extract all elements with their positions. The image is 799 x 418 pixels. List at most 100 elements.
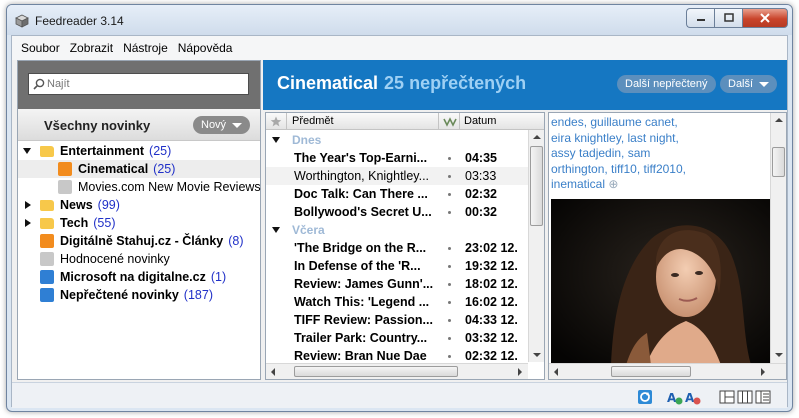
rating-dot-icon[interactable] [448, 283, 451, 286]
layout-wide-icon[interactable] [755, 389, 771, 405]
title-bar[interactable]: Feedreader 3.14 [7, 5, 792, 35]
minimize-button[interactable] [686, 8, 714, 28]
article-subject: In Defense of the 'R... [294, 259, 421, 273]
unread-count: (99) [97, 198, 120, 212]
article-row[interactable]: Review: James Gunn'... 18:02 12. [266, 275, 528, 293]
article-row[interactable]: Bollywood's Secret U... 00:32 [266, 203, 528, 221]
list-group-header[interactable]: Včera [266, 221, 528, 239]
feed-tree-item[interactable]: Nepřečtené novinky (187) [18, 286, 260, 304]
scroll-right-icon[interactable] [761, 368, 765, 376]
maximize-button[interactable] [714, 8, 742, 28]
font-size-larger-icon[interactable]: A [685, 389, 701, 405]
rating-dot-icon[interactable] [448, 193, 451, 196]
tag-link[interactable]: eira knightley, last night, [551, 131, 679, 145]
tag-link[interactable]: orthington, tiff10, tiff2010, [551, 162, 686, 176]
article-row[interactable]: TIFF Review: Passion... 04:33 12. [266, 311, 528, 329]
scroll-left-icon[interactable] [554, 368, 558, 376]
sync-icon[interactable] [637, 389, 653, 405]
article-row[interactable]: Worthington, Knightley... 03:33 [266, 167, 528, 185]
scroll-up-icon[interactable] [533, 135, 541, 139]
filter-new-label: Nový [201, 119, 227, 131]
collapsed-arrow-icon[interactable] [25, 219, 31, 227]
subject-column-header[interactable]: Předmět [292, 115, 334, 127]
feed-tree-item[interactable]: Entertainment (25) [18, 142, 260, 160]
article-row[interactable]: The Year's Top-Earni... 04:35 [266, 149, 528, 167]
search-input[interactable] [47, 76, 242, 92]
list-scroll-thumb[interactable] [530, 146, 543, 226]
list-group-header[interactable]: Dnes [266, 131, 528, 149]
tag-link[interactable]: endes, guillaume canet, [551, 115, 678, 129]
feed-tree-item[interactable]: Movies.com New Movie Reviews [18, 178, 261, 196]
column-separator[interactable] [438, 113, 439, 130]
scroll-down-icon[interactable] [775, 353, 783, 357]
tag-links-line[interactable]: inematical ⊕ [551, 177, 771, 193]
rating-column-icon[interactable] [443, 116, 457, 127]
feed-tree-item[interactable]: Digitálně Stahuj.cz - Články (8) [18, 232, 260, 250]
menu-nastroje[interactable]: Nástroje [118, 41, 173, 55]
tag-links-line[interactable]: endes, guillaume canet, [551, 115, 771, 131]
menu-zobrazit[interactable]: Zobrazit [65, 41, 118, 55]
preview-scroll-thumb[interactable] [772, 147, 785, 177]
tag-link[interactable]: inematical [551, 177, 605, 191]
next-button[interactable]: Další [720, 75, 778, 93]
star-icon[interactable] [270, 116, 282, 127]
preview-horizontal-scrollbar[interactable] [549, 363, 786, 379]
rating-dot-icon[interactable] [448, 157, 451, 160]
rating-dot-icon[interactable] [448, 319, 451, 322]
filter-new-button[interactable]: Nový [193, 116, 251, 134]
expanded-arrow-icon[interactable] [272, 137, 280, 143]
tag-links-line[interactable]: assy tadjedin, sam [551, 146, 771, 162]
article-subject: Worthington, Knightley... [294, 169, 430, 183]
scroll-down-icon[interactable] [533, 353, 541, 357]
layout-classic-icon[interactable] [719, 389, 735, 405]
article-preview: endes, guillaume canet, eira knightley, l… [548, 112, 787, 380]
close-button[interactable] [742, 8, 788, 28]
article-row[interactable]: 'The Bridge on the R... 23:02 12. [266, 239, 528, 257]
list-vertical-scrollbar[interactable] [528, 130, 544, 362]
list-horizontal-scrollbar[interactable] [266, 363, 528, 379]
scroll-left-icon[interactable] [271, 368, 275, 376]
expanded-arrow-icon[interactable] [272, 227, 280, 233]
article-row[interactable]: In Defense of the 'R... 19:32 12. [266, 257, 528, 275]
search-strip [18, 61, 260, 109]
preview-vertical-scrollbar[interactable] [770, 113, 786, 363]
feed-tree-item[interactable]: Cinematical (25) [18, 160, 260, 178]
menu-soubor[interactable]: Soubor [16, 41, 65, 55]
rating-dot-icon[interactable] [448, 301, 451, 304]
scroll-up-icon[interactable] [775, 118, 783, 122]
article-date: 16:02 12. [465, 295, 518, 309]
expanded-arrow-icon[interactable] [23, 148, 31, 154]
next-unread-button[interactable]: Další nepřečtený [617, 75, 716, 93]
search-box[interactable] [28, 73, 249, 95]
article-date: 23:02 12. [465, 241, 518, 255]
tag-links-line[interactable]: orthington, tiff10, tiff2010, [551, 162, 771, 178]
menu-napoveda[interactable]: Nápověda [173, 41, 238, 55]
layout-three-column-icon[interactable] [737, 389, 753, 405]
scroll-right-icon[interactable] [518, 368, 522, 376]
feed-tree-label: Movies.com New Movie Reviews [78, 180, 261, 194]
rating-dot-icon[interactable] [448, 337, 451, 340]
font-size-icon[interactable]: A [667, 389, 683, 405]
column-separator[interactable] [286, 113, 287, 130]
rating-dot-icon[interactable] [448, 211, 451, 214]
date-column-header[interactable]: Datum [464, 115, 496, 127]
article-row[interactable]: Doc Talk: Can There ... 02:32 [266, 185, 528, 203]
next-unread-label: Další nepřečtený [625, 78, 708, 90]
list-hscroll-thumb[interactable] [294, 366, 458, 377]
article-row[interactable]: Trailer Park: Country... 03:32 12. [266, 329, 528, 347]
article-row[interactable]: Watch This: 'Legend ... 16:02 12. [266, 293, 528, 311]
collapsed-arrow-icon[interactable] [25, 201, 31, 209]
feed-tree-item[interactable]: Hodnocené novinky [18, 250, 260, 268]
rating-dot-icon[interactable] [448, 265, 451, 268]
rating-dot-icon[interactable] [448, 247, 451, 250]
column-separator[interactable] [459, 113, 460, 130]
feed-tree-item[interactable]: News (99) [18, 196, 260, 214]
add-tag-icon[interactable]: ⊕ [605, 177, 618, 191]
feed-tree-item[interactable]: Tech (55) [18, 214, 260, 232]
rating-dot-icon[interactable] [448, 355, 451, 358]
rating-dot-icon[interactable] [448, 175, 451, 178]
preview-hscroll-thumb[interactable] [611, 366, 691, 377]
feed-tree-item[interactable]: Microsoft na digitalne.cz (1) [18, 268, 260, 286]
tag-link[interactable]: assy tadjedin, sam [551, 146, 650, 160]
tag-links-line[interactable]: eira knightley, last night, [551, 131, 771, 147]
